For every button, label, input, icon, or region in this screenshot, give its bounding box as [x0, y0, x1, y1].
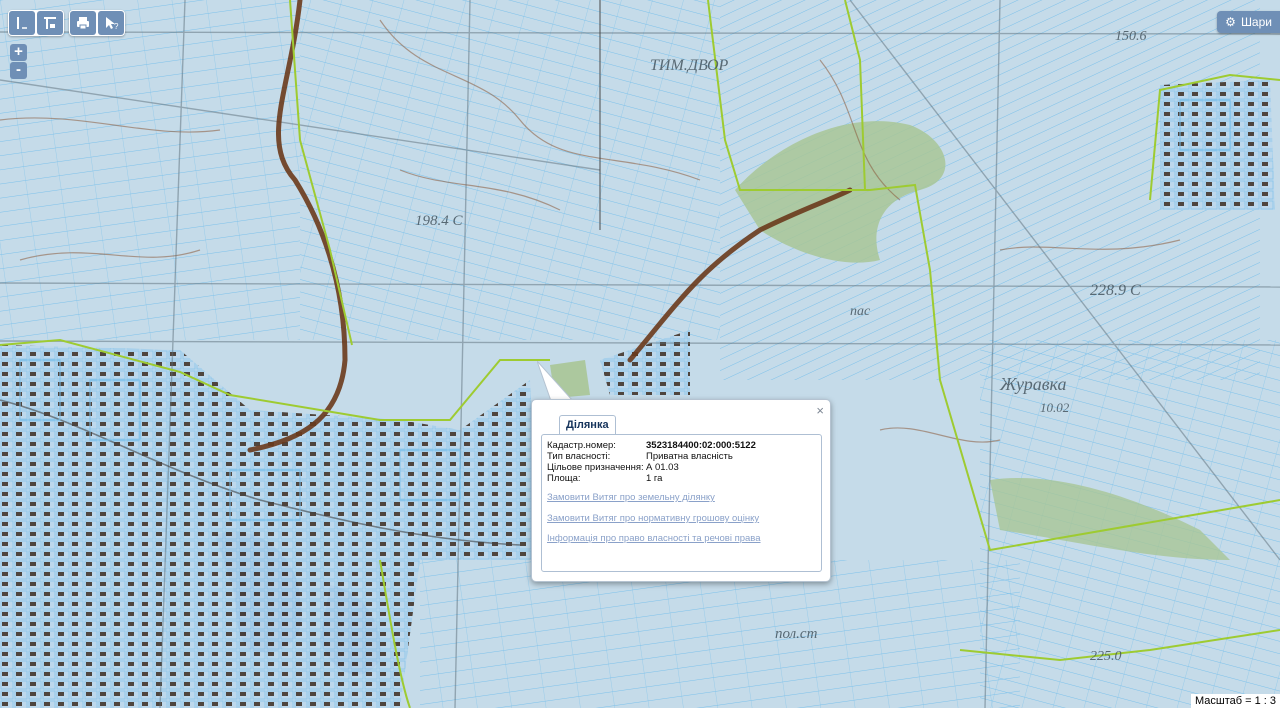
label-elev-198: 198.4 С [415, 213, 464, 229]
purpose-value: А 01.03 [646, 462, 679, 473]
field-ownership-type: Тип власності: Приватна власність [547, 451, 733, 462]
tools-toolbar: ? [69, 10, 125, 36]
layers-button-label: Шари [1240, 15, 1272, 29]
field-label: Тип власності: [547, 451, 611, 462]
parcel-popup: × Ділянка Кадастр.номер: 3523184400:02:0… [531, 399, 831, 582]
field-label: Кадастр.номер: [547, 440, 616, 451]
field-cadastral-number: Кадастр.номер: 3523184400:02:000:5122 [547, 440, 756, 451]
label-pas: пас [850, 304, 871, 319]
popup-content: Кадастр.номер: 3523184400:02:000:5122 Ти… [541, 434, 822, 572]
zoom-control: + - [10, 44, 27, 79]
zoom-out-button[interactable]: - [10, 62, 27, 79]
cadastral-number-value: 3523184400:02:000:5122 [646, 440, 756, 451]
field-area: Площа: 1 га [547, 473, 662, 484]
measure-toolbar [8, 10, 64, 36]
area-measure-icon[interactable] [37, 11, 63, 35]
label-elev-228: 228.9 С [1090, 282, 1141, 299]
label-zhurivka-num: 10.02 [1040, 400, 1070, 415]
tab-parcel[interactable]: Ділянка [559, 415, 616, 434]
area-value: 1 га [646, 473, 663, 484]
zoom-in-button[interactable]: + [10, 44, 27, 61]
order-parcel-extract-link[interactable]: Замовити Витяг про земельну ділянку [547, 492, 715, 503]
ownership-type-value: Приватна власність [646, 451, 733, 462]
label-elev-150: 150.6 [1115, 29, 1147, 44]
close-icon[interactable]: × [816, 403, 824, 418]
gear-icon: ⚙ [1225, 15, 1236, 29]
ruler-icon[interactable] [9, 11, 35, 35]
svg-text:?: ? [114, 22, 119, 31]
info-pointer-icon[interactable]: ? [98, 11, 124, 35]
popup-pointer [537, 361, 575, 402]
order-valuation-extract-link[interactable]: Замовити Витяг про нормативну грошову оц… [547, 513, 759, 524]
field-label: Цільове призначення: [547, 462, 644, 473]
label-elev-225: 225.0 [1090, 649, 1122, 664]
field-purpose: Цільове призначення: А 01.03 [547, 462, 679, 473]
ownership-rights-info-link[interactable]: Інформація про право власності та речові… [547, 533, 761, 544]
print-icon[interactable] [70, 11, 96, 35]
label-pol-st: пол.ст [775, 626, 818, 642]
field-label: Площа: [547, 473, 581, 484]
scale-indicator: Масштаб = 1 : 3 [1190, 694, 1280, 708]
layers-button[interactable]: ⚙ Шари [1217, 11, 1280, 33]
cadastral-map[interactable]: ТИМ.ДВОР 198.4 С пас 228.9 С Журавка 10.… [0, 0, 1280, 708]
label-tim-dvor: ТИМ.ДВОР [650, 57, 729, 74]
label-zhurivka: Журавка [999, 374, 1067, 394]
